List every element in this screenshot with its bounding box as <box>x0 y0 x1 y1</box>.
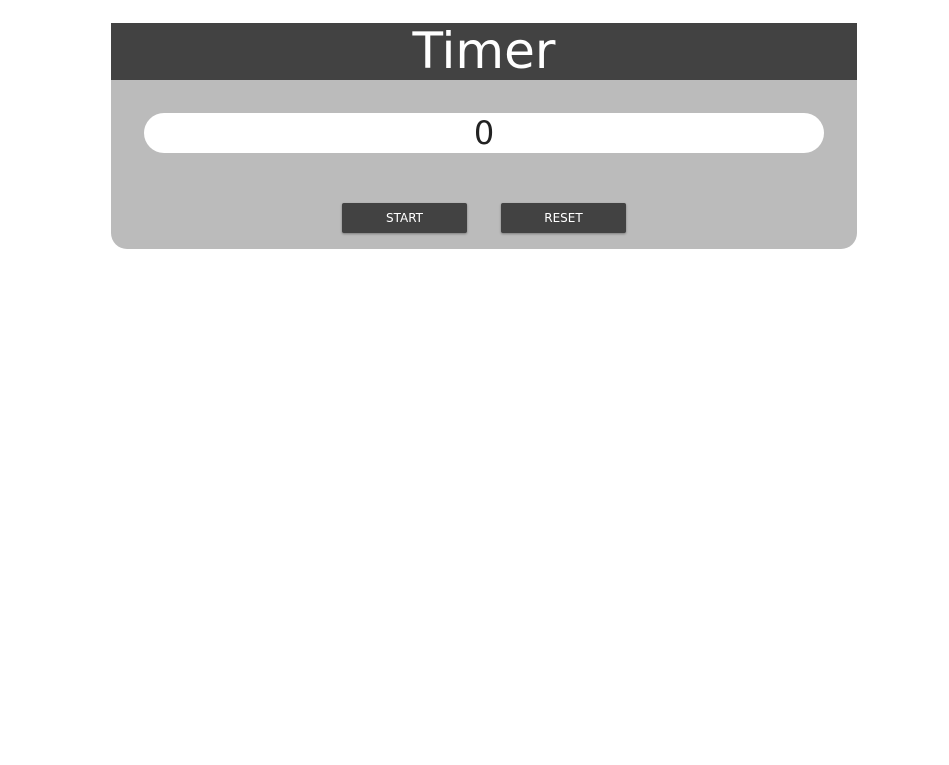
timer-header: Timer <box>111 23 857 80</box>
start-button[interactable]: START <box>342 203 467 233</box>
reset-button[interactable]: RESET <box>501 203 626 233</box>
timer-card: Timer 0 START RESET <box>111 23 857 249</box>
timer-display-value: 0 <box>473 114 495 152</box>
timer-title: Timer <box>412 22 556 80</box>
timer-display: 0 <box>144 113 824 153</box>
